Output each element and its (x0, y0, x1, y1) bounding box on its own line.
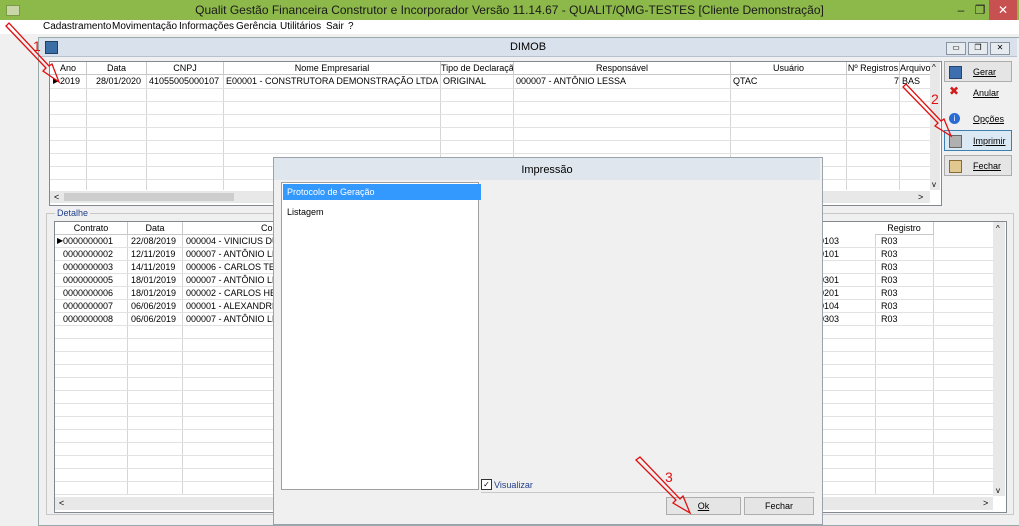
arrow-2-icon (902, 83, 953, 138)
annotation-1: 1 (33, 38, 41, 54)
annotation-overlay: 1 2 3 (5, 22, 953, 515)
annotation-3: 3 (665, 469, 673, 485)
annotation-2: 2 (931, 91, 939, 107)
arrow-3-icon (635, 456, 692, 515)
